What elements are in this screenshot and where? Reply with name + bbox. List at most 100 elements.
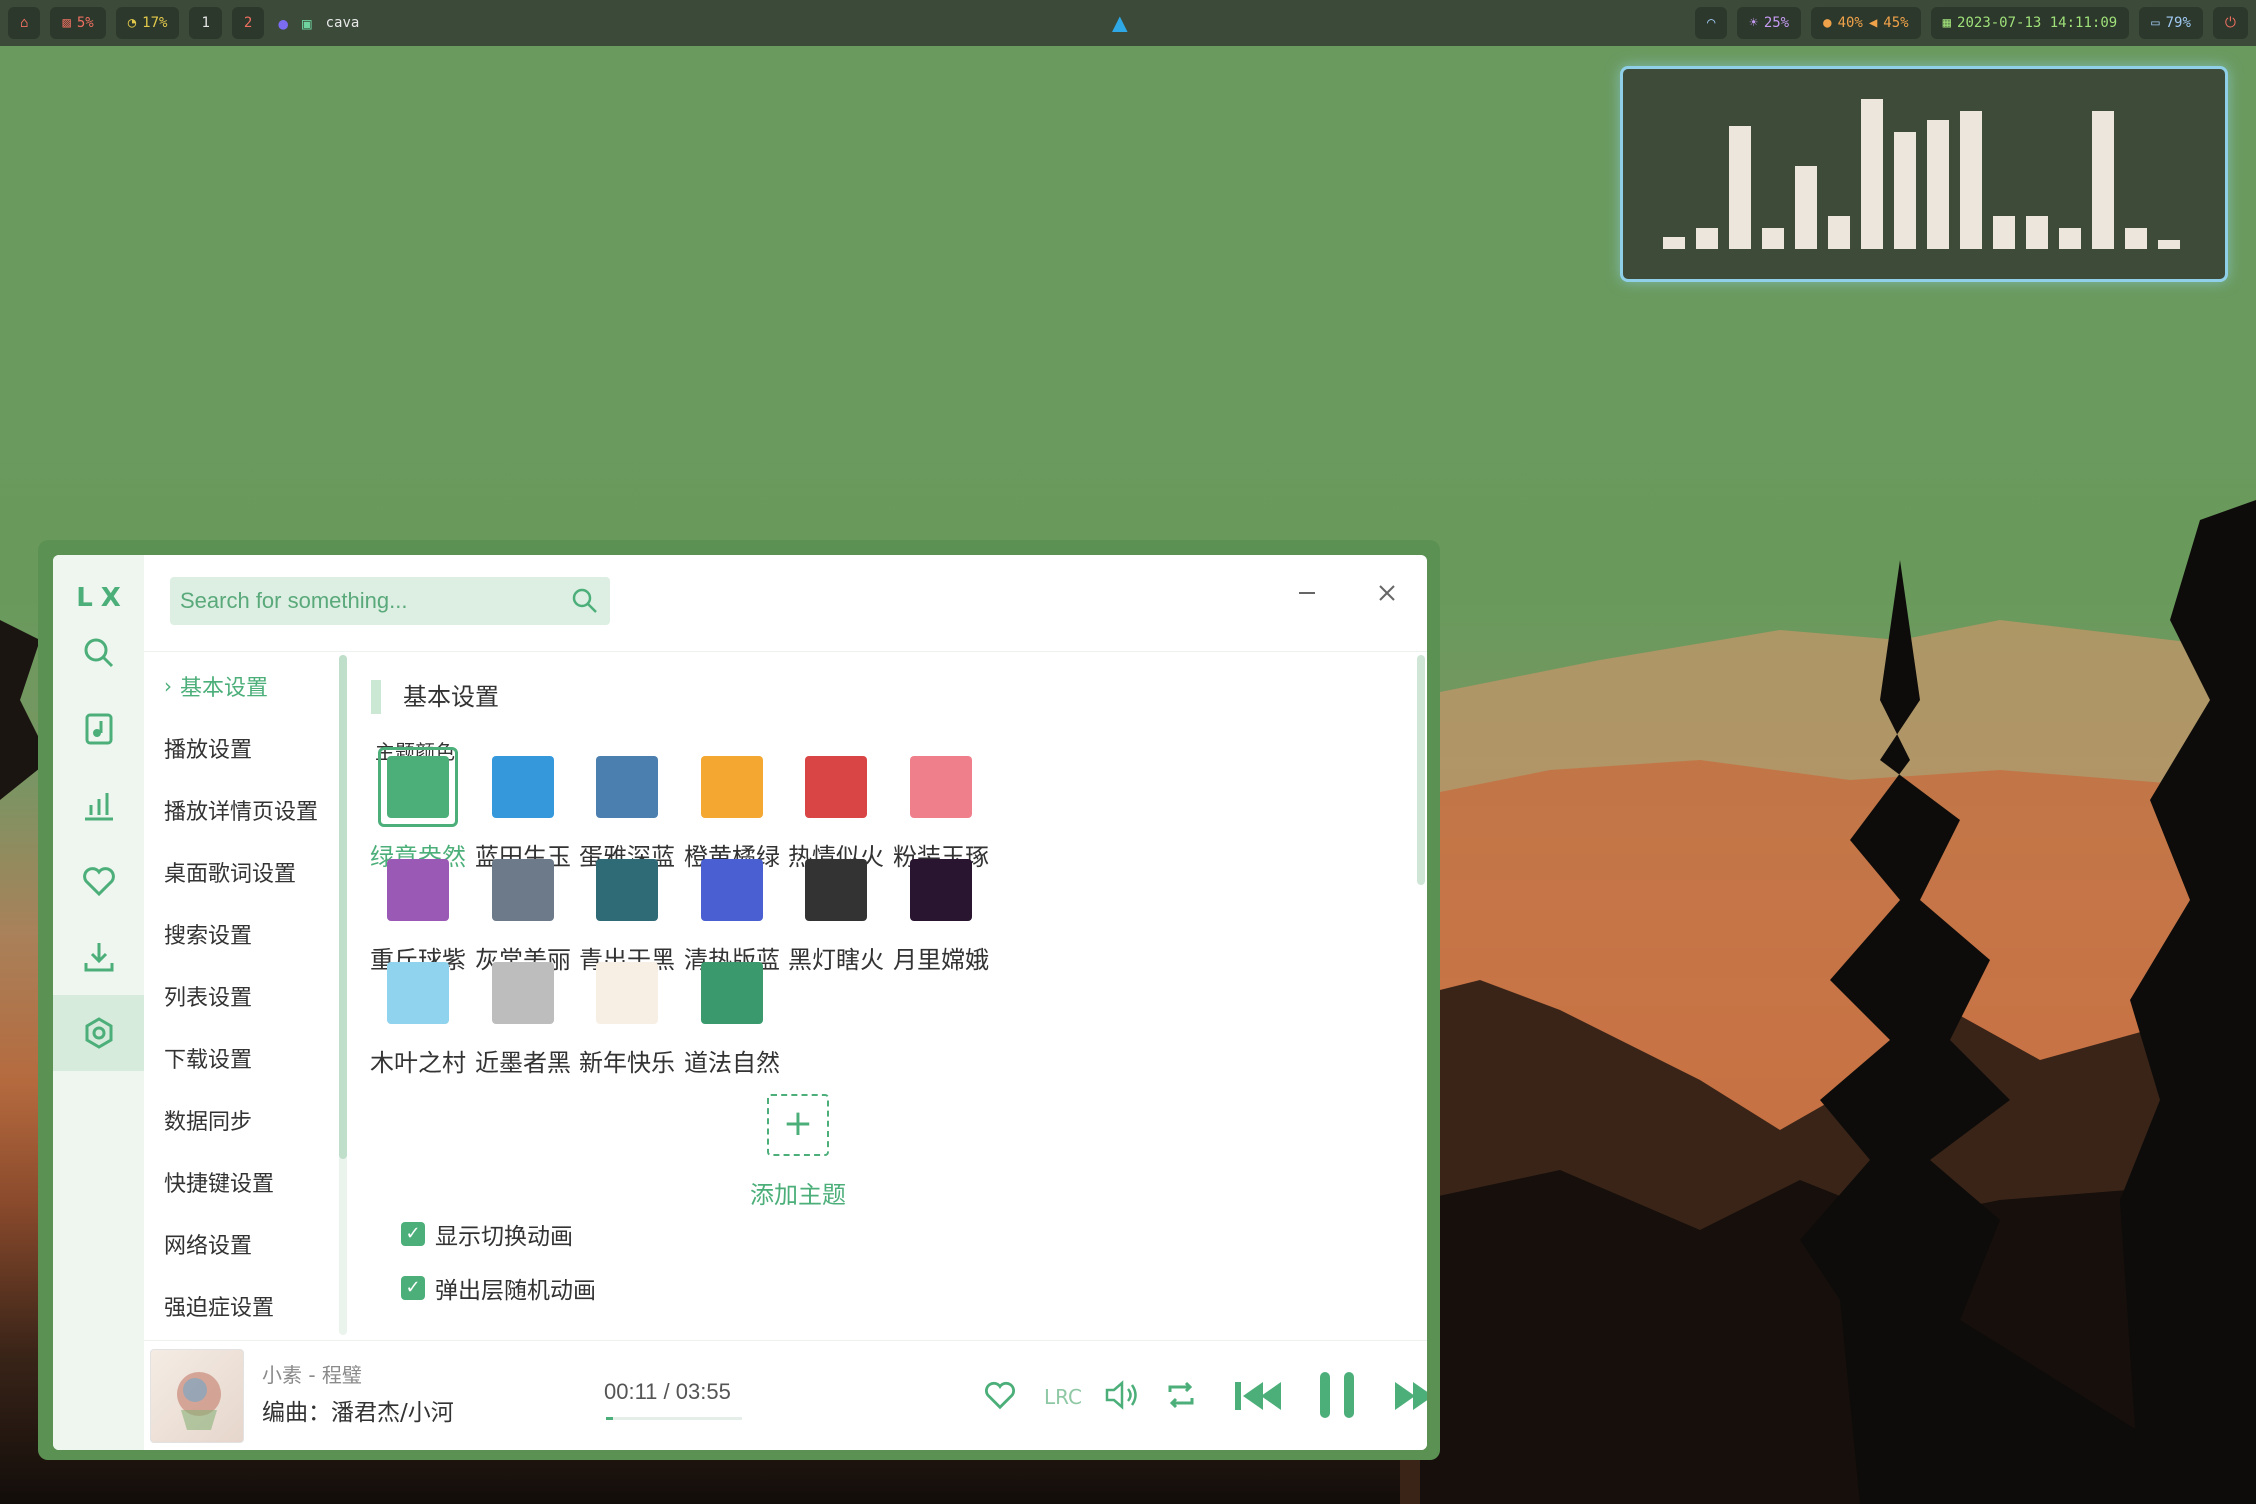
rail-search[interactable] xyxy=(53,615,144,691)
brightness-indicator[interactable]: ☀ 25% xyxy=(1737,7,1802,39)
nav-item[interactable]: 数据同步 xyxy=(150,1089,390,1151)
close-button[interactable] xyxy=(1367,573,1407,613)
firefox-icon[interactable]: ● xyxy=(278,14,288,33)
nav-item[interactable]: 播放详情页设置 xyxy=(150,779,390,841)
option-popup-animation[interactable]: ✓ 弹出层随机动画 xyxy=(401,1271,596,1305)
power-button[interactable]: ⏻ xyxy=(2212,7,2248,39)
memory-indicator[interactable]: ◔ 17% xyxy=(115,7,180,39)
cpu-value: 5% xyxy=(76,15,94,31)
nav-item-label: 播放设置 xyxy=(164,738,253,763)
song-title: 小素 - 程璧 xyxy=(262,1363,362,1387)
search-icon xyxy=(84,638,113,668)
rail-songlist[interactable] xyxy=(53,691,144,767)
option-label: 弹出层随机动画 xyxy=(435,1278,596,1304)
settings-content: 基本设置 主题颜色 绿意盎然 蓝田生玉 蛋雅深蓝 橙黄橘绿 热情似火 粉装玉琢 重斤球紫 灰常… xyxy=(363,655,1403,1335)
nav-item-label: 数据同步 xyxy=(164,1110,253,1135)
cava-bar xyxy=(1762,228,1784,249)
content-scrollbar[interactable] xyxy=(1417,655,1425,885)
cpu-indicator[interactable]: ▨ 5% xyxy=(50,7,106,39)
nav-item[interactable]: 快捷键设置 xyxy=(150,1151,390,1213)
checkbox-icon[interactable]: ✓ xyxy=(401,1222,425,1246)
minimize-icon xyxy=(1299,592,1315,594)
nav-item[interactable]: 网络设置 xyxy=(150,1213,390,1275)
nav-item[interactable]: 下载设置 xyxy=(150,1027,390,1089)
favorite-button[interactable] xyxy=(982,1377,1018,1413)
previous-button[interactable] xyxy=(1230,1371,1286,1421)
top-bar: ⌂ ▨ 5% ◔ 17% 1 2 ● ▣ cava ▲ ◠ ☀ 25% ● 40… xyxy=(0,0,2256,46)
terminal-icon[interactable]: ▣ xyxy=(302,14,312,33)
memory-value: 17% xyxy=(142,15,168,31)
option-label: 显示切换动画 xyxy=(435,1224,573,1250)
arch-logo-icon[interactable]: ▲ xyxy=(1112,9,1128,37)
memory-icon: ◔ xyxy=(127,15,137,31)
music-list-icon xyxy=(85,713,112,745)
bar-chart-icon xyxy=(84,793,113,821)
cava-visualizer xyxy=(1620,66,2228,282)
cava-bar xyxy=(2158,240,2180,249)
audio-indicator[interactable]: ● 40% ◀ 45% xyxy=(1811,7,1921,39)
repeat-button[interactable] xyxy=(1162,1377,1200,1413)
home-button[interactable]: ⌂ xyxy=(8,7,41,39)
nav-item-label: 网络设置 xyxy=(164,1234,253,1259)
minimize-button[interactable] xyxy=(1287,573,1327,613)
search-icon[interactable] xyxy=(570,586,600,616)
nav-item[interactable]: › 基本设置 xyxy=(150,655,390,717)
cava-bar xyxy=(1696,228,1718,249)
theme-swatch xyxy=(387,962,449,1024)
calendar-icon: ▦ xyxy=(1942,15,1952,31)
battery-indicator[interactable]: ▭ 79% xyxy=(2139,7,2203,39)
theme-swatch xyxy=(910,756,972,818)
lyric-button[interactable]: LRC xyxy=(1042,1377,1082,1413)
nav-item[interactable]: 列表设置 xyxy=(150,965,390,1027)
checkbox-icon[interactable]: ✓ xyxy=(401,1276,425,1300)
theme-swatch xyxy=(596,756,658,818)
nav-item-label: 列表设置 xyxy=(164,986,253,1011)
speaker-icon: ◀ xyxy=(1868,15,1878,31)
brightness-icon: ☀ xyxy=(1749,15,1758,31)
rail-settings[interactable] xyxy=(53,995,144,1071)
workspace-1[interactable]: 1 xyxy=(189,7,222,39)
add-theme-button[interactable]: + 添加主题 xyxy=(723,1085,873,1210)
lx-music-window: LX › 基本设置播放设置播放详情页设置桌面歌词设置搜索设置列表设置下载设置数据同… xyxy=(53,555,1427,1450)
search-bar[interactable] xyxy=(170,577,610,625)
heart-icon xyxy=(82,867,115,897)
rail-leaderboard[interactable] xyxy=(53,767,144,843)
nav-item[interactable]: 搜索设置 xyxy=(150,903,390,965)
player-bar: 小素 - 程璧 编曲：潘君杰/小河 00:11 / 03:55 LRC xyxy=(144,1340,1427,1450)
progress-bar[interactable] xyxy=(606,1417,742,1420)
volume-icon xyxy=(1105,1380,1137,1410)
album-cover[interactable] xyxy=(150,1349,244,1443)
volume-button[interactable] xyxy=(1102,1377,1142,1413)
workspace-2[interactable]: 2 xyxy=(231,7,265,39)
clock[interactable]: ▦ 2023-07-13 14:11:09 xyxy=(1930,7,2130,39)
nav-item[interactable]: 播放设置 xyxy=(150,717,390,779)
theme-label: 道法自然 xyxy=(684,1049,780,1077)
progress-fill xyxy=(606,1417,613,1420)
header-divider xyxy=(144,651,1427,652)
rail-favorites[interactable] xyxy=(53,843,144,919)
nav-item-label: 播放详情页设置 xyxy=(164,800,319,825)
theme-swatch xyxy=(492,859,554,921)
nav-item[interactable]: 强迫症设置 xyxy=(150,1275,390,1335)
song-lyric: 编曲：潘君杰/小河 xyxy=(262,1400,454,1426)
theme-swatch xyxy=(492,756,554,818)
cava-bar xyxy=(1795,166,1817,249)
option-switch-animation[interactable]: ✓ 显示切换动画 xyxy=(401,1217,573,1251)
theme-option[interactable]: 道法自然 xyxy=(657,953,807,1078)
cava-bar xyxy=(1927,120,1949,249)
battery-icon: ▭ xyxy=(2151,15,2160,31)
rail-download[interactable] xyxy=(53,919,144,995)
search-input[interactable] xyxy=(180,588,570,614)
nav-scrollbar[interactable] xyxy=(339,655,347,1159)
wifi-icon: ◠ xyxy=(1706,15,1716,31)
next-button[interactable] xyxy=(1390,1371,1427,1421)
brightness-value: 25% xyxy=(1763,15,1790,31)
theme-option[interactable]: 月里嫦娥 xyxy=(866,850,1016,975)
nav-item-label: 快捷键设置 xyxy=(164,1172,275,1197)
settings-icon xyxy=(85,1017,112,1049)
cava-bar xyxy=(1828,216,1850,249)
theme-swatch xyxy=(805,756,867,818)
pause-button[interactable] xyxy=(1312,1363,1362,1427)
nav-item[interactable]: 桌面歌词设置 xyxy=(150,841,390,903)
wifi-indicator[interactable]: ◠ xyxy=(1694,7,1728,39)
